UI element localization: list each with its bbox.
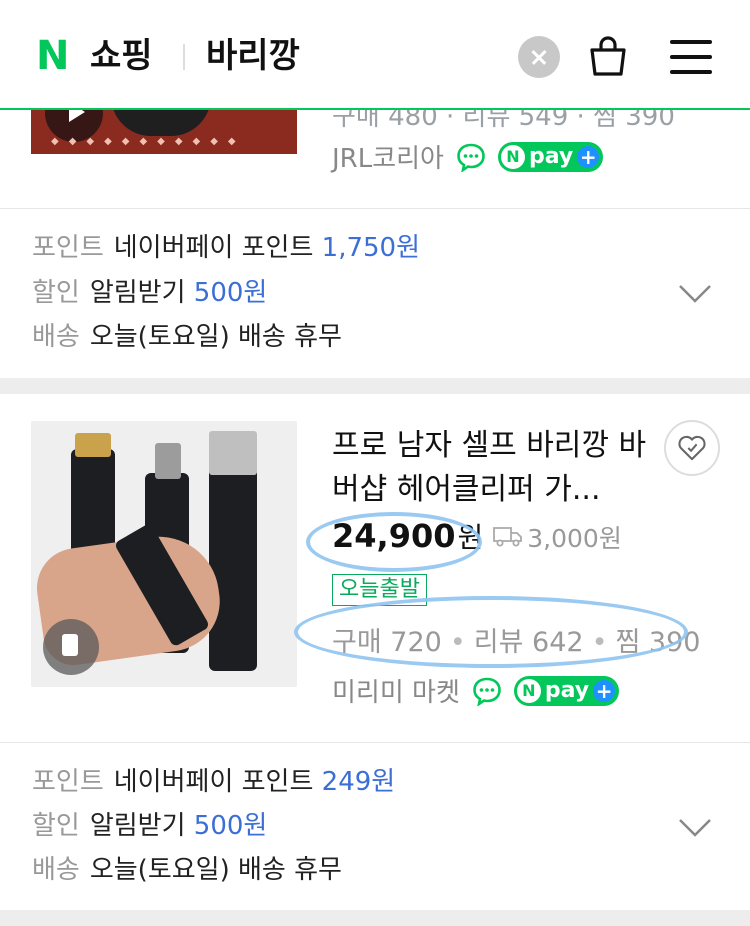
discount-info-prev: 할인 알림받기 500원	[32, 278, 268, 308]
decorative-dots: ◆◆◆◆◆◆◆◆◆◆◆	[51, 136, 246, 147]
trimmer-image-right	[209, 461, 257, 671]
trimmer-image-fragment	[111, 110, 211, 136]
clear-search-button[interactable]	[518, 36, 560, 78]
logo-divider	[183, 44, 185, 70]
search-query[interactable]: 바리깡	[206, 36, 300, 76]
page: { "header": { "logo": "N", "service": "쇼…	[0, 0, 750, 926]
seller-name[interactable]: 미리미 마켓	[332, 672, 460, 709]
menu-icon[interactable]	[670, 40, 712, 74]
point-info-prev: 포인트 네이버페이 포인트 1,750원	[32, 233, 421, 263]
delivery-info: 배송 오늘(토요일) 배송 휴무	[32, 855, 342, 885]
price-highlight-annotation	[306, 512, 482, 572]
wishlist-heart-icon[interactable]	[664, 420, 720, 476]
naver-logo[interactable]: N	[36, 36, 69, 76]
talktalk-icon[interactable]	[456, 142, 486, 172]
product-title[interactable]: 프로 남자 셀프 바리깡 바버샵 헤어클리퍼 가...	[332, 424, 652, 512]
npay-badge: N pay +	[497, 141, 604, 172]
section-separator	[0, 378, 750, 394]
delivery-info-prev: 배송 오늘(토요일) 배송 휴무	[32, 322, 342, 352]
talktalk-icon[interactable]	[472, 676, 502, 706]
stats-highlight-annotation	[294, 596, 688, 668]
shipping-fee: 3,000원	[527, 524, 622, 553]
point-info: 포인트 네이버페이 포인트 249원	[32, 767, 396, 797]
seller-row-prev: JRL코리아 N pay +	[332, 138, 604, 175]
seller-name[interactable]: JRL코리아	[332, 138, 444, 175]
npay-badge: N pay +	[513, 675, 620, 706]
divider	[0, 742, 750, 743]
product-thumbnail-prev[interactable]: ◆◆◆◆◆◆◆◆◆◆◆	[31, 110, 297, 154]
seller-row: 미리미 마켓 N pay +	[332, 672, 620, 709]
discount-info: 할인 알림받기 500원	[32, 811, 268, 841]
section-separator	[0, 910, 750, 926]
document-icon[interactable]	[43, 619, 99, 675]
chevron-down-icon[interactable]	[678, 284, 712, 304]
delivery-truck-icon	[493, 527, 523, 547]
shopping-logo[interactable]: 쇼핑	[90, 36, 153, 76]
divider	[0, 208, 750, 209]
top-header: N 쇼핑 바리깡	[0, 0, 750, 110]
chevron-down-icon[interactable]	[678, 818, 712, 838]
product-thumbnail[interactable]	[31, 421, 297, 687]
cart-icon[interactable]	[586, 34, 630, 78]
